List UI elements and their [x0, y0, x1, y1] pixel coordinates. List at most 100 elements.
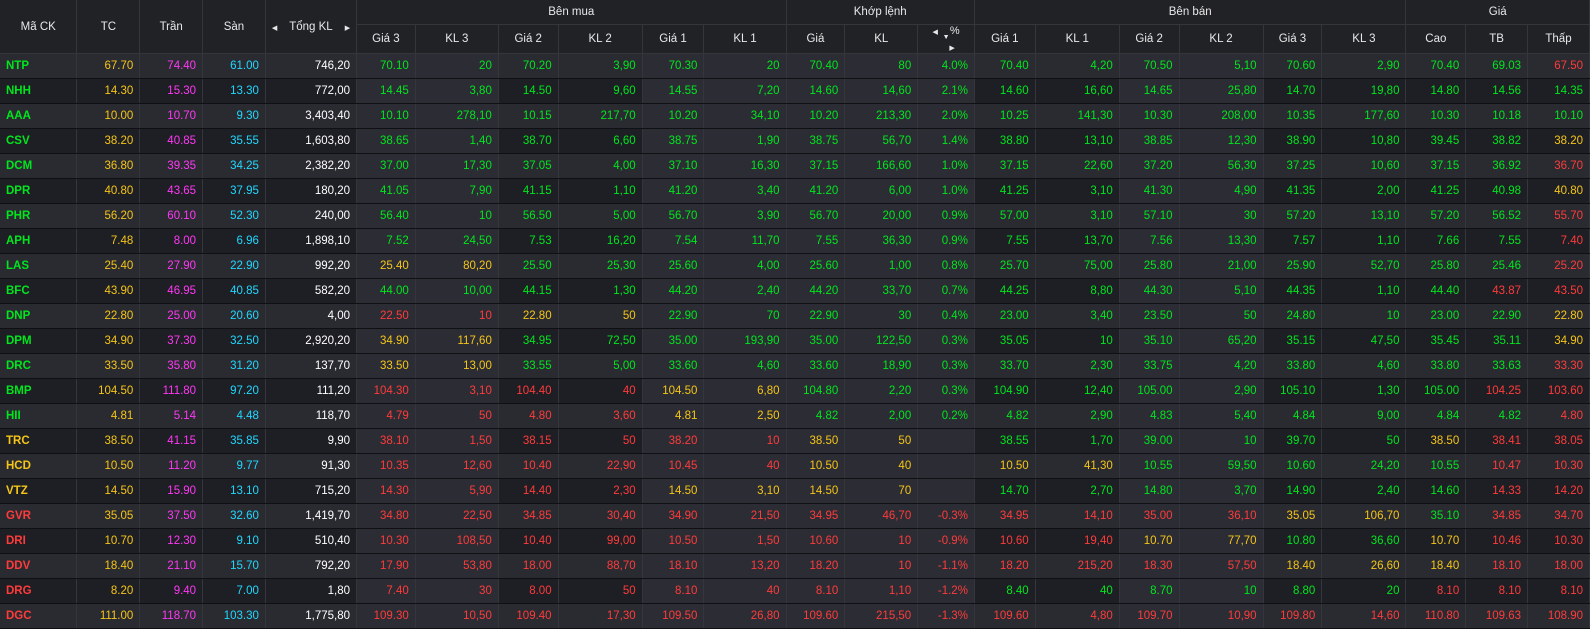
header-match-price[interactable]: Giá	[786, 24, 846, 54]
header-buy-giá-2[interactable]: Giá 2	[498, 24, 559, 54]
sell-volume-1: 16,60	[1035, 78, 1120, 104]
header-buy-giá-1[interactable]: Giá 1	[642, 24, 705, 54]
sell-volume-1: 2,70	[1035, 478, 1120, 504]
sell-price-3: 4.84	[1263, 403, 1323, 429]
header-sell-kl-3[interactable]: KL 3	[1321, 24, 1407, 54]
header-price-thấp[interactable]: Thấp	[1527, 24, 1590, 54]
stock-symbol[interactable]: TRC	[0, 428, 78, 454]
stock-symbol[interactable]: BFC	[0, 278, 78, 304]
stock-symbol[interactable]: DDV	[0, 553, 78, 579]
stock-symbol[interactable]: AAA	[0, 103, 78, 129]
table-row[interactable]: DRG 8.20 9.40 7.00 1,80 7.40 30 8.00 50 8.10 40 8.1…	[0, 578, 1590, 604]
stock-symbol[interactable]: DCM	[0, 153, 78, 179]
stock-symbol[interactable]: GVR	[0, 503, 78, 529]
header-price-cao[interactable]: Cao	[1405, 24, 1467, 54]
buy-volume-3: 278,10	[415, 103, 499, 129]
header-total-volume[interactable]: Tổng KL	[265, 0, 358, 54]
ceiling-price: 10.70	[139, 103, 204, 129]
header-sell-kl-1[interactable]: KL 1	[1035, 24, 1120, 54]
header-buy-kl-1[interactable]: KL 1	[703, 24, 787, 54]
scroll-left-icon[interactable]	[272, 21, 289, 33]
match-volume: 10	[844, 528, 919, 554]
stock-symbol[interactable]: NHH	[0, 78, 78, 104]
board-body: NTP 67.70 74.40 61.00 746,20 70.10 20 70.20 3,90…	[0, 53, 1590, 629]
table-row[interactable]: DPR 40.80 43.65 37.95 180,20 41.05 7,90 41.15 1,…	[0, 178, 1590, 204]
stock-symbol[interactable]: VTZ	[0, 478, 78, 504]
header-symbol[interactable]: Mã CK	[0, 0, 78, 54]
table-row[interactable]: HCD 10.50 11.20 9.77 91,30 10.35 12,60 10.40 22,…	[0, 453, 1590, 479]
table-row[interactable]: DPM 34.90 37.30 32.50 2,920,20 34.90 117,60 34.…	[0, 328, 1590, 354]
table-row[interactable]: TRC 38.50 41.15 35.85 9,90 38.10 1,50 38.15 50 38…	[0, 428, 1590, 454]
table-row[interactable]: DGC 111.00 118.70 103.30 1,775,80 109.30 10,50…	[0, 603, 1590, 629]
table-row[interactable]: NTP 67.70 74.40 61.00 746,20 70.10 20 70.20 3,90…	[0, 53, 1590, 79]
header-sell-kl-2[interactable]: KL 2	[1179, 24, 1264, 54]
header-buy-giá-3[interactable]: Giá 3	[356, 24, 416, 54]
stock-symbol[interactable]: DRC	[0, 353, 78, 379]
buy-price-1: 8.10	[642, 578, 705, 604]
header-match-volume[interactable]: KL	[844, 24, 919, 54]
sell-volume-3: 10	[1321, 303, 1407, 329]
table-row[interactable]: PHR 56.20 60.10 52.30 240,00 56.40 10 56.50 5,00…	[0, 203, 1590, 229]
table-row[interactable]: GVR 35.05 37.50 32.60 1,419,70 34.80 22,50 34.8…	[0, 503, 1590, 529]
header-sell-giá-1[interactable]: Giá 1	[974, 24, 1036, 54]
ceiling-price: 12.30	[139, 528, 204, 554]
pct-right-icon[interactable]	[937, 41, 954, 53]
table-row[interactable]: BFC 43.90 46.95 40.85 582,20 44.00 10,00 44.15 1…	[0, 278, 1590, 304]
sell-price-1: 44.25	[974, 278, 1036, 304]
stock-symbol[interactable]: PHR	[0, 203, 78, 229]
stock-symbol[interactable]: CSV	[0, 128, 78, 154]
header-tc[interactable]: TC	[76, 0, 141, 54]
total-volume: 1,80	[265, 578, 358, 604]
table-row[interactable]: AAA 10.00 10.70 9.30 3,403,40 10.10 278,10 10.1…	[0, 103, 1590, 129]
ceiling-price: 111.80	[139, 378, 204, 404]
low-price: 40.80	[1527, 178, 1590, 204]
match-price: 35.00	[786, 328, 846, 354]
header-floor[interactable]: Sàn	[202, 0, 266, 54]
stock-symbol[interactable]: LAS	[0, 253, 78, 279]
high-price: 14.60	[1405, 478, 1467, 504]
header-price-tb[interactable]: TB	[1465, 24, 1528, 54]
header-sell-giá-3[interactable]: Giá 3	[1263, 24, 1323, 54]
table-row[interactable]: NHH 14.30 15.30 13.30 772,00 14.45 3,80 14.50 9,…	[0, 78, 1590, 104]
table-row[interactable]: DRI 10.70 12.30 9.10 510,40 10.30 108,50 10.40 9…	[0, 528, 1590, 554]
scroll-right-icon[interactable]	[333, 21, 350, 33]
buy-volume-1: 70	[703, 303, 787, 329]
header-buy-kl-2[interactable]: KL 2	[558, 24, 643, 54]
stock-symbol[interactable]: HII	[0, 403, 78, 429]
table-row[interactable]: DDV 18.40 21.10 15.70 792,20 17.90 53,80 18.00 8…	[0, 553, 1590, 579]
table-row[interactable]: DNP 22.80 25.00 20.60 4,00 22.50 10 22.80 50 22.9…	[0, 303, 1590, 329]
table-row[interactable]: APH 7.48 8.00 6.96 1,898,10 7.52 24,50 7.53 16,2…	[0, 228, 1590, 254]
table-row[interactable]: DCM 36.80 39.35 34.25 2,382,20 37.00 17,30 37.0…	[0, 153, 1590, 179]
stock-symbol[interactable]: DRI	[0, 528, 78, 554]
buy-volume-1: 3,90	[703, 203, 787, 229]
stock-symbol[interactable]: NTP	[0, 53, 78, 79]
table-row[interactable]: VTZ 14.50 15.90 13.10 715,20 14.30 5,90 14.40 2,…	[0, 478, 1590, 504]
avg-price: 56.52	[1465, 203, 1528, 229]
stock-symbol[interactable]: DPR	[0, 178, 78, 204]
stock-symbol[interactable]: HCD	[0, 453, 78, 479]
buy-volume-1: 3,40	[703, 178, 787, 204]
table-row[interactable]: DRC 33.50 35.80 31.20 137,70 33.50 13,00 33.55 5…	[0, 353, 1590, 379]
total-volume: 3,403,40	[265, 103, 358, 129]
table-row[interactable]: HII 4.81 5.14 4.48 118,70 4.79 50 4.80 3,60 4.81 2…	[0, 403, 1590, 429]
high-price: 23.00	[1405, 303, 1467, 329]
header-sell-giá-2[interactable]: Giá 2	[1119, 24, 1180, 54]
buy-volume-1: 2,50	[703, 403, 787, 429]
match-price: 38.75	[786, 128, 846, 154]
stock-symbol[interactable]: DNP	[0, 303, 78, 329]
stock-symbol[interactable]: APH	[0, 228, 78, 254]
table-row[interactable]: CSV 38.20 40.85 35.55 1,603,80 38.65 1,40 38.70…	[0, 128, 1590, 154]
stock-symbol[interactable]: BMP	[0, 378, 78, 404]
stock-symbol[interactable]: DRG	[0, 578, 78, 604]
sell-price-1: 38.55	[974, 428, 1036, 454]
stock-symbol[interactable]: DPM	[0, 328, 78, 354]
table-row[interactable]: BMP 104.50 111.80 97.20 111,20 104.30 3,10 104.…	[0, 378, 1590, 404]
header-match-percent[interactable]: %	[917, 24, 975, 54]
stock-symbol[interactable]: DGC	[0, 603, 78, 629]
header-ceiling[interactable]: Trần	[139, 0, 204, 54]
header-buy-kl-3[interactable]: KL 3	[415, 24, 499, 54]
table-row[interactable]: LAS 25.40 27.90 22.90 992,20 25.40 80,20 25.50 2…	[0, 253, 1590, 279]
match-price: 109.60	[786, 603, 846, 629]
match-percent: 2.1%	[917, 78, 975, 104]
buy-volume-2: 22,90	[558, 453, 643, 479]
